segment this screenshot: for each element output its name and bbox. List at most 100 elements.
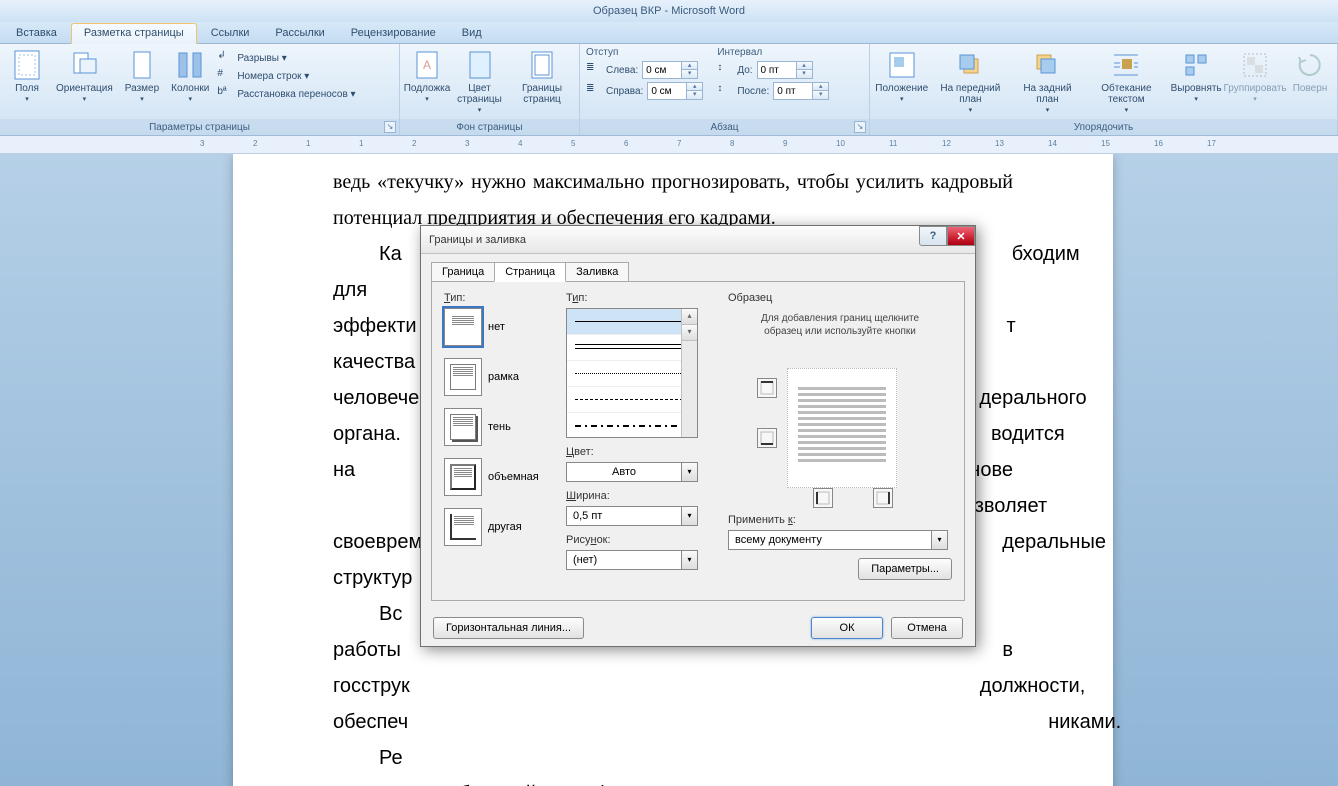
apply-to-combo[interactable]: всему документу▾ (728, 530, 948, 550)
margins-button[interactable]: Поля▾ (6, 47, 48, 107)
style-scrollbar[interactable]: ▴▾ (681, 309, 697, 437)
width-combo[interactable]: 0,5 пт▾ (566, 506, 698, 526)
style-item-solid[interactable] (567, 309, 697, 335)
dialog-titlebar[interactable]: Границы и заливка ? ✕ (421, 226, 975, 254)
dropdown-icon[interactable]: ▾ (681, 463, 697, 481)
setting-shadow-label: тень (488, 421, 511, 433)
down-arrow-icon[interactable]: ▾ (681, 70, 697, 78)
dialog-tabs: Граница Страница Заливка (421, 254, 975, 282)
page-setup-launcher[interactable]: ↘ (384, 121, 396, 133)
watermark-button[interactable]: AПодложка▾ (406, 47, 448, 107)
page-color-icon (464, 49, 496, 81)
align-icon (1180, 49, 1212, 81)
border-left-button[interactable] (813, 488, 833, 508)
scroll-down-icon[interactable]: ▾ (682, 325, 697, 341)
setting-none[interactable] (444, 308, 482, 346)
setting-label: Тип: (444, 292, 554, 304)
line-numbers-button[interactable]: #Номера строк ▾ (217, 67, 355, 85)
send-back-button[interactable]: На задний план▾ (1013, 47, 1081, 118)
paragraph-launcher[interactable]: ↘ (854, 121, 866, 133)
page-color-button[interactable]: Цвет страницы▾ (452, 47, 507, 118)
style-item-double[interactable] (567, 335, 697, 361)
art-label: Рисунок: (566, 534, 716, 546)
setting-box[interactable] (444, 358, 482, 396)
columns-button[interactable]: Колонки▾ (167, 47, 213, 107)
ok-button[interactable]: ОК (811, 617, 883, 639)
spacing-before-spin[interactable]: ▴▾ (757, 61, 813, 79)
spacing-label: Интервал (717, 46, 829, 59)
indent-left-input[interactable] (643, 65, 681, 76)
indent-left-spin[interactable]: ▴▾ (642, 61, 698, 79)
tab-page-border[interactable]: Страница (494, 262, 566, 282)
border-right-button[interactable] (873, 488, 893, 508)
indent-label: Отступ (586, 46, 703, 59)
setting-box-label: рамка (488, 371, 519, 383)
orientation-button[interactable]: Ориентация▾ (52, 47, 117, 107)
align-button[interactable]: Выровнять▾ (1171, 47, 1221, 107)
dropdown-icon[interactable]: ▾ (681, 551, 697, 569)
up-arrow-icon[interactable]: ▴ (681, 62, 697, 70)
position-button[interactable]: Положение▾ (876, 47, 927, 107)
spacing-after-input[interactable] (774, 86, 812, 97)
tab-references[interactable]: Ссылки (199, 24, 262, 43)
bring-front-button[interactable]: На передний план▾ (931, 47, 1009, 118)
style-item-dashdot[interactable] (567, 413, 697, 438)
text-wrap-button[interactable]: Обтекание текстом▾ (1086, 47, 1168, 118)
horizontal-ruler[interactable]: 3211234567891011121314151617 (0, 136, 1338, 154)
spacing-after-spin[interactable]: ▴▾ (773, 82, 829, 100)
position-icon (886, 49, 918, 81)
color-label: Цвет: (566, 446, 716, 458)
tab-view[interactable]: Вид (450, 24, 494, 43)
size-button[interactable]: Размер▾ (121, 47, 163, 107)
tab-insert[interactable]: Вставка (4, 24, 69, 43)
width-label: Ширина: (566, 490, 716, 502)
ribbon-tabs: Вставка Разметка страницы Ссылки Рассылк… (0, 22, 1338, 44)
indent-right-input[interactable] (648, 86, 686, 97)
style-label: Тип: (566, 292, 716, 304)
indent-left-icon: ≣ (586, 62, 602, 78)
scroll-up-icon[interactable]: ▴ (682, 309, 697, 325)
setting-shadow[interactable] (444, 408, 482, 446)
breaks-button[interactable]: ↲Разрывы ▾ (217, 49, 355, 67)
style-item-dotted[interactable] (567, 361, 697, 387)
border-bottom-button[interactable] (757, 428, 777, 448)
preview-hint: Для добавления границ щелкните образец и… (728, 308, 952, 348)
tab-review[interactable]: Рецензирование (339, 24, 448, 43)
dropdown-icon[interactable]: ▾ (931, 531, 947, 549)
page-borders-icon (526, 49, 558, 81)
color-value: Авто (567, 466, 681, 478)
tab-shading[interactable]: Заливка (565, 262, 629, 282)
spacing-after-icon: ↕ (717, 83, 733, 99)
rotate-button[interactable]: Поверн (1289, 47, 1331, 96)
preview-page[interactable] (787, 368, 897, 488)
art-combo[interactable]: (нет)▾ (566, 550, 698, 570)
margins-icon (11, 49, 43, 81)
dialog-title: Границы и заливка (429, 234, 526, 246)
setting-3d[interactable] (444, 458, 482, 496)
tab-page-layout[interactable]: Разметка страницы (71, 23, 197, 44)
preview-canvas[interactable] (755, 348, 925, 508)
group-button[interactable]: Группировать▾ (1225, 47, 1285, 107)
spacing-before-input[interactable] (758, 65, 796, 76)
style-item-dashed[interactable] (567, 387, 697, 413)
cancel-button[interactable]: Отмена (891, 617, 963, 639)
horizontal-line-button[interactable]: Горизонтальная линия... (433, 617, 584, 639)
indent-right-spin[interactable]: ▴▾ (647, 82, 703, 100)
tab-mailings[interactable]: Рассылки (263, 24, 336, 43)
style-listbox[interactable]: ▴▾ (566, 308, 698, 438)
options-button[interactable]: Параметры... (858, 558, 952, 580)
tab-border[interactable]: Граница (431, 262, 495, 282)
color-combo[interactable]: Авто▾ (566, 462, 698, 482)
hyphenation-button[interactable]: bªРасстановка переносов ▾ (217, 85, 355, 103)
page-background-group-label: Фон страницы (400, 119, 579, 135)
page-borders-button[interactable]: Границы страниц (511, 47, 573, 107)
border-top-button[interactable] (757, 378, 777, 398)
line-numbers-icon: # (217, 68, 233, 84)
close-button[interactable]: ✕ (947, 226, 975, 246)
dropdown-icon[interactable]: ▾ (681, 507, 697, 525)
setting-custom[interactable] (444, 508, 482, 546)
preview-label: Образец (728, 292, 952, 304)
indent-right-icon: ≣ (586, 83, 602, 99)
bring-front-icon (954, 49, 986, 81)
help-button[interactable]: ? (919, 226, 947, 246)
